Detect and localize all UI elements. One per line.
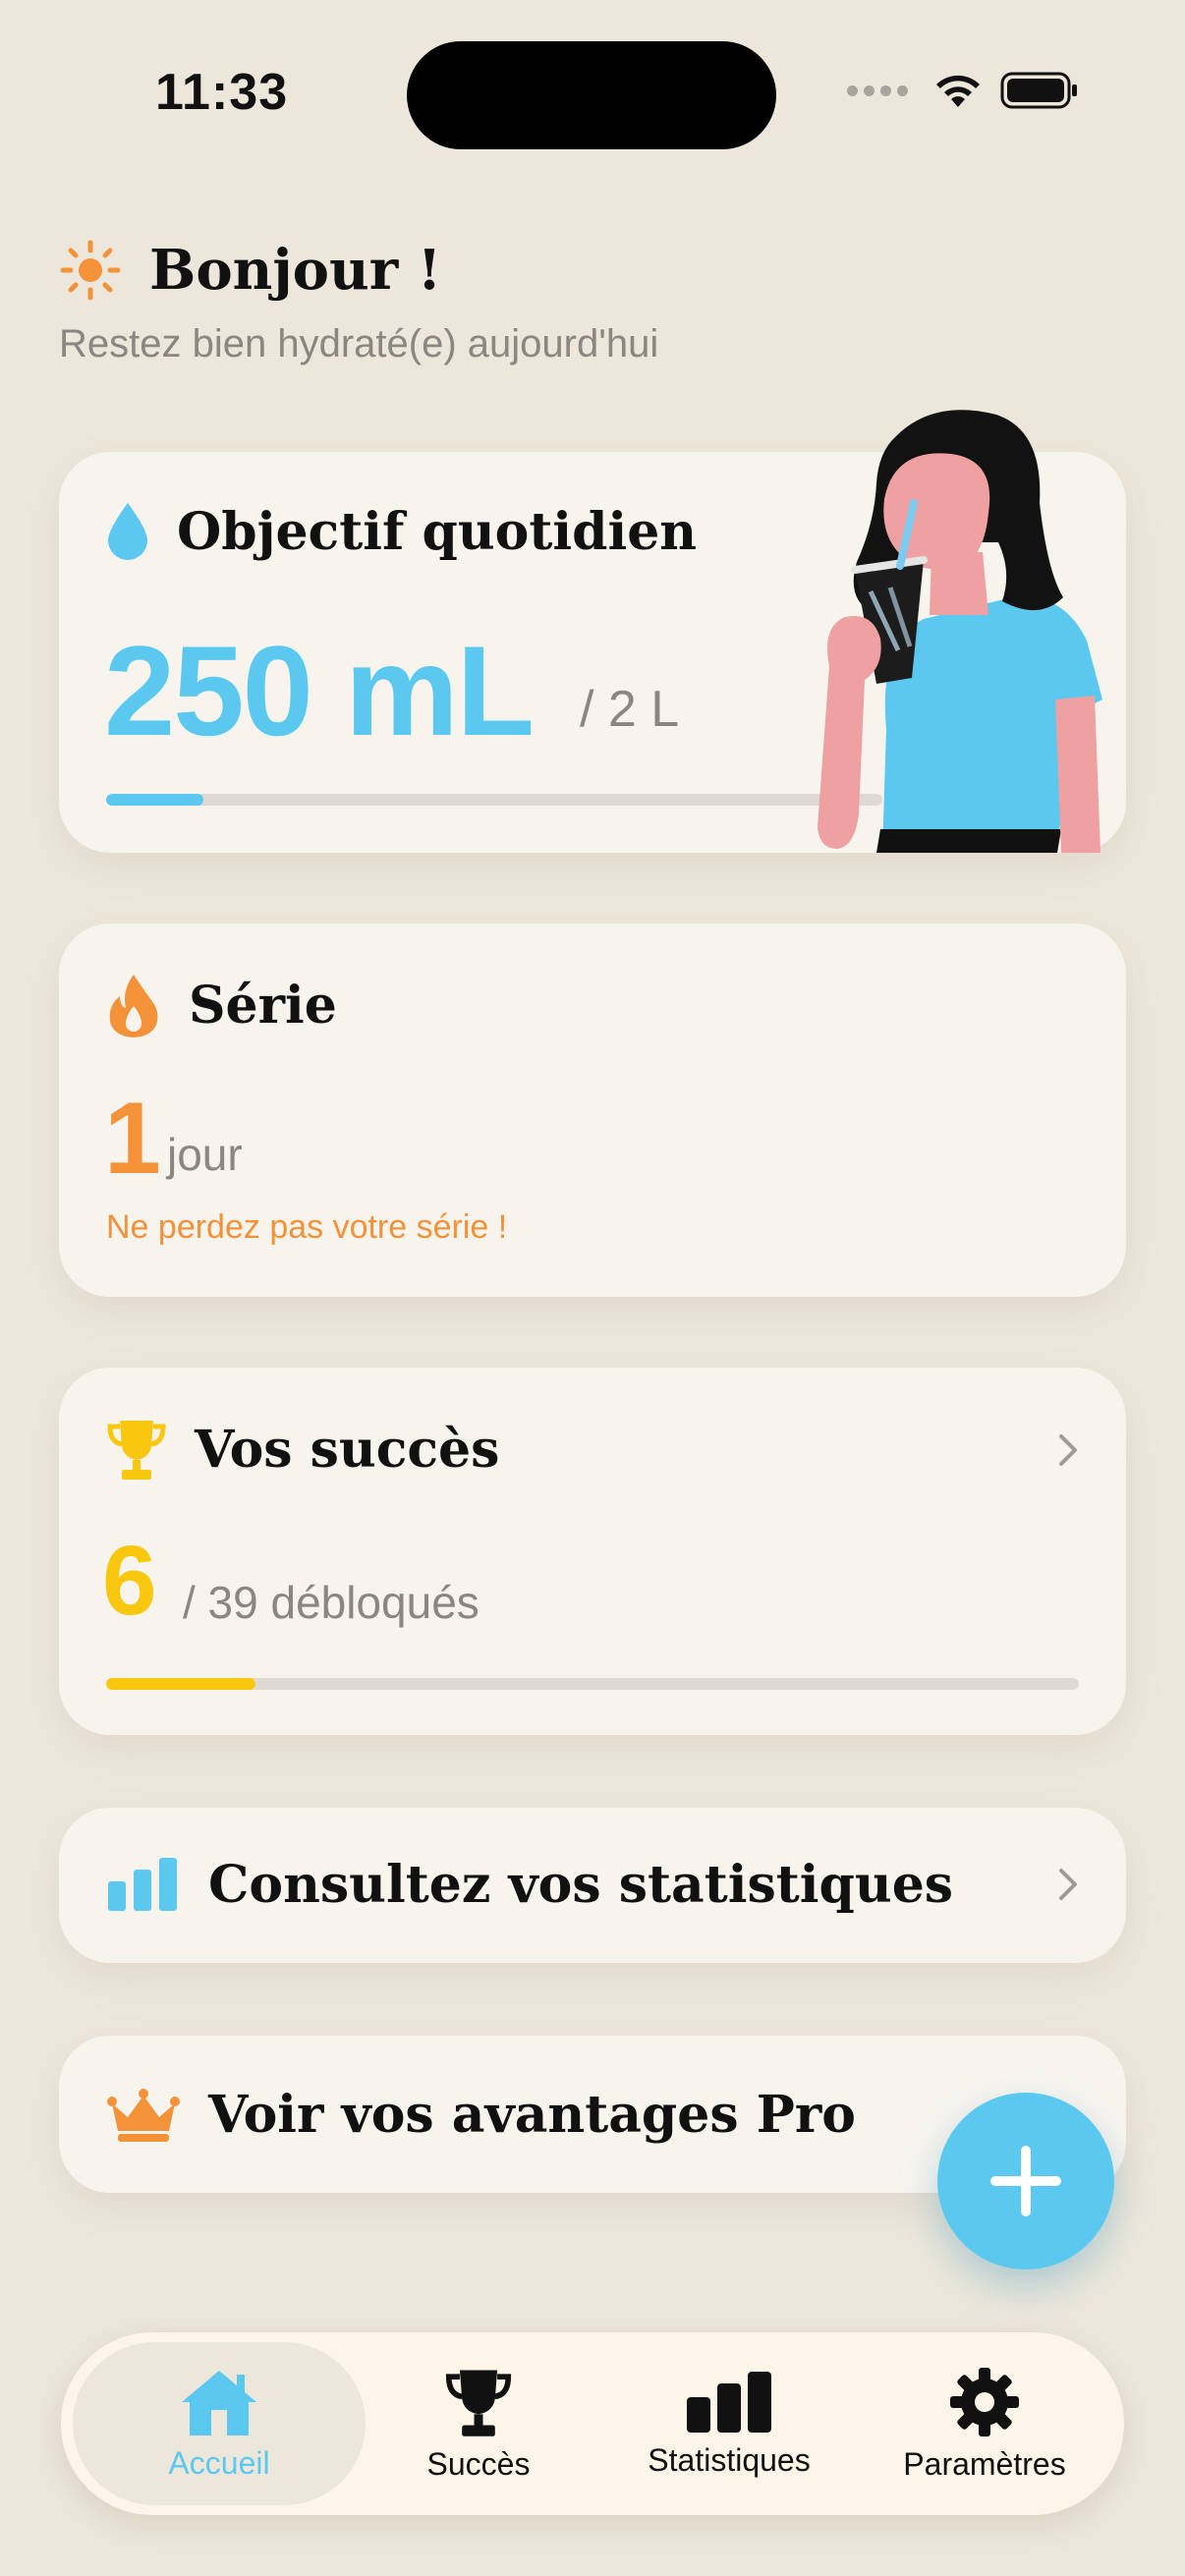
daily-goal-header: Objectif quotidien <box>106 501 697 562</box>
tab-statistics[interactable]: Statistiques <box>611 2342 847 2505</box>
trophy-icon <box>107 1421 166 1480</box>
crown-icon <box>107 2088 180 2142</box>
streak-unit: jour <box>167 1129 243 1180</box>
wifi-icon <box>936 75 980 107</box>
bar-chart-icon <box>108 1857 177 1911</box>
streak-count: 1 <box>104 1082 161 1196</box>
achievements-header: Vos succès <box>106 1417 499 1482</box>
streak-message: Ne perdez pas votre série ! <box>106 1208 508 1246</box>
achievements-progress-fill <box>106 1678 256 1690</box>
plus-icon <box>990 2146 1061 2216</box>
pro-title: Voir vos avantages Pro <box>208 2085 856 2145</box>
achievements-count: 6 <box>102 1526 157 1636</box>
greeting: Bonjour ! <box>59 238 441 303</box>
tab-achievements-label: Succès <box>426 2445 531 2482</box>
house-icon <box>182 2370 256 2436</box>
pro-header: Voir vos avantages Pro <box>106 2085 856 2145</box>
tab-home[interactable]: Accueil <box>73 2342 366 2505</box>
trophy-icon <box>445 2369 512 2436</box>
water-intake-value: 250 mL <box>104 619 535 762</box>
add-water-button[interactable] <box>937 2093 1114 2269</box>
status-icons <box>847 71 1079 110</box>
chevron-right-icon <box>1059 1869 1077 1900</box>
tab-achievements[interactable]: Succès <box>375 2342 582 2505</box>
tab-settings[interactable]: Paramètres <box>867 2342 1102 2505</box>
goal-progress-bar <box>106 794 882 806</box>
statistics-header: Consultez vos statistiques <box>106 1855 953 1915</box>
daily-goal-title: Objectif quotidien <box>177 501 698 562</box>
gear-icon <box>950 2367 1019 2436</box>
status-time: 11:33 <box>155 64 289 121</box>
streak-card[interactable]: Série 1 jour Ne perdez pas votre série ! <box>59 924 1126 1297</box>
woman-drinking-illustration <box>818 410 1102 853</box>
water-goal-target: / 2 L <box>580 681 680 738</box>
bar-chart-icon <box>687 2371 771 2433</box>
battery-icon <box>1000 72 1077 109</box>
page-title: Bonjour ! <box>149 238 442 303</box>
streak-title: Série <box>189 975 337 1036</box>
streak-header: Série <box>106 973 337 1037</box>
achievements-title: Vos succès <box>195 1419 500 1480</box>
dynamic-island <box>407 41 776 149</box>
tab-settings-label: Paramètres <box>903 2445 1066 2482</box>
flame-icon <box>109 975 158 1037</box>
achievements-card[interactable]: Vos succès 6 / 39 débloqués <box>59 1368 1126 1735</box>
achievements-progress-bar <box>106 1678 1079 1690</box>
statistics-title: Consultez vos statistiques <box>208 1855 954 1915</box>
goal-progress-fill <box>106 794 203 806</box>
page-subtitle: Restez bien hydraté(e) aujourd'hui <box>59 322 659 365</box>
daily-goal-card[interactable]: Objectif quotidien 250 mL / 2 L <box>59 410 1126 853</box>
sun-icon <box>60 240 121 301</box>
tab-home-label: Accueil <box>168 2444 270 2481</box>
tab-statistics-label: Statistiques <box>648 2441 811 2478</box>
statistics-link-card[interactable]: Consultez vos statistiques <box>59 1808 1126 1963</box>
achievements-total: / 39 débloqués <box>183 1577 480 1628</box>
water-drop-icon <box>108 503 147 560</box>
chevron-right-icon <box>1059 1434 1077 1466</box>
cellular-signal-icon <box>847 84 908 96</box>
tab-bar: Accueil Succès Statistiques Paramètres <box>61 2332 1124 2515</box>
